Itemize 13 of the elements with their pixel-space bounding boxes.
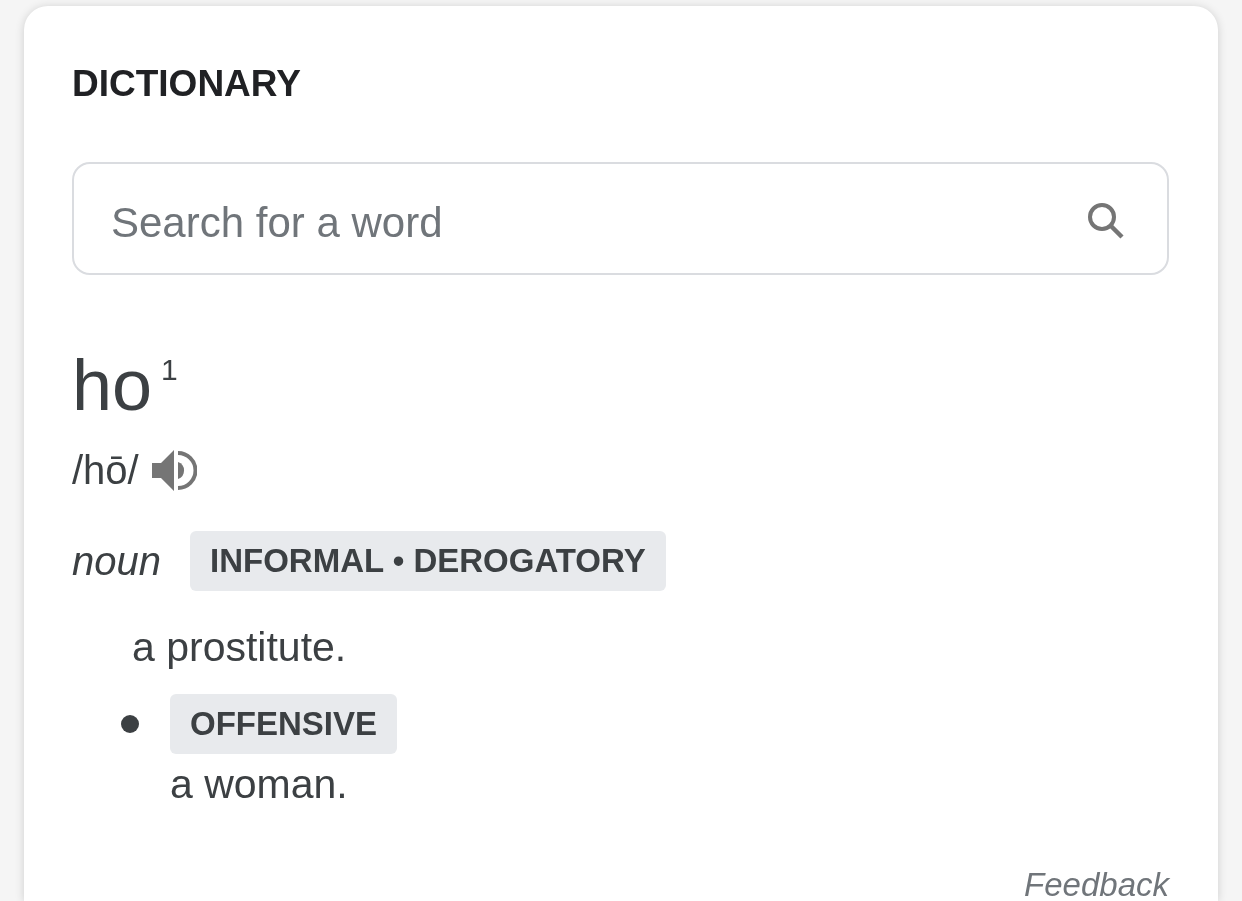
- feedback-link[interactable]: Feedback: [1022, 869, 1169, 901]
- search-field[interactable]: Search for a word: [72, 162, 1169, 275]
- speaker-icon[interactable]: [151, 448, 197, 492]
- usage-label: INFORMAL • DEROGATORY: [190, 531, 666, 591]
- card-title: DICTIONARY: [72, 62, 301, 106]
- part-of-speech: noun: [72, 538, 162, 585]
- definition-text: a woman.: [170, 760, 348, 808]
- bullet-icon: [121, 715, 139, 733]
- pronunciation-text: /hō/: [72, 447, 139, 493]
- definition-text: a prostitute.: [132, 623, 347, 671]
- search-icon[interactable]: [1088, 203, 1124, 240]
- usage-label: OFFENSIVE: [170, 694, 398, 754]
- headword: ho$^{1}$: [72, 345, 179, 425]
